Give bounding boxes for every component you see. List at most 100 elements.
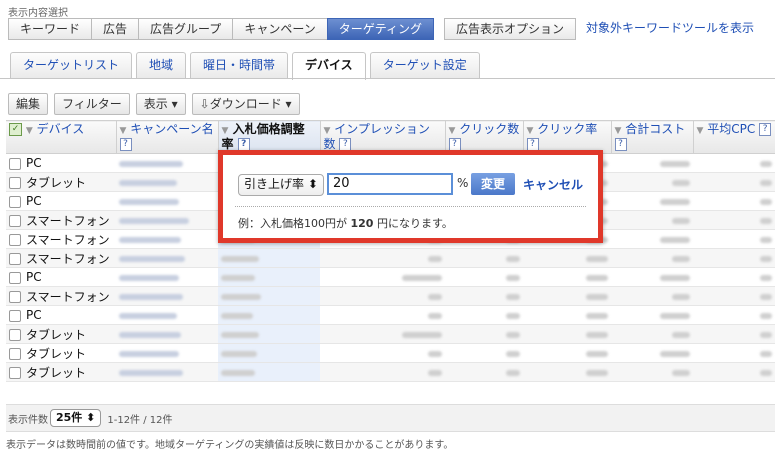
cost-cell [611,324,693,344]
bid-adjust-cell[interactable] [218,362,320,382]
campaign-cell[interactable] [116,267,218,287]
campaign-cell[interactable] [116,229,218,249]
row-checkbox[interactable] [9,177,21,189]
bid-adjust-cell[interactable] [218,248,320,268]
sort-arrow-icon: ▼ [614,126,622,136]
row-checkbox[interactable] [9,348,21,360]
row-checkbox[interactable] [9,291,21,303]
impressions-cell [320,267,445,287]
table-row[interactable]: スマートフォン [6,286,775,306]
device-cell: スマートフォン [6,210,116,230]
sort-arrow-icon: ▼ [119,126,127,136]
header-campaign[interactable]: ▼ キャンペーン名 ? [116,120,219,154]
ctr-cell [523,343,611,363]
bid-adjust-cell[interactable] [218,267,320,287]
section-label: 表示内容選択 [8,8,68,19]
campaign-cell[interactable] [116,210,218,230]
avg-cpc-cell [693,153,775,173]
table-row[interactable]: PC [6,305,775,325]
toolbar: 編集 フィルター 表示 ▾ ⇩ダウンロード ▾ [8,93,300,115]
percent-unit: % [457,176,469,190]
tab-device[interactable]: デバイス [292,52,366,80]
row-checkbox[interactable] [9,195,21,208]
campaign-cell[interactable] [116,343,218,363]
table-row[interactable]: タブレット [6,324,775,344]
header-cost[interactable]: ▼ 合計コスト ? [611,120,694,154]
excluded-keyword-tool-link[interactable]: 対象外キーワードツールを表示 [586,18,754,40]
campaign-cell[interactable] [116,248,218,268]
help-icon[interactable]: ? [119,138,132,151]
header-clicks[interactable]: ▼ クリック数 ? [445,120,524,154]
row-checkbox[interactable] [9,329,21,341]
campaign-cell[interactable] [116,172,218,192]
cancel-link[interactable]: キャンセル [523,176,583,193]
tab-target-list[interactable]: ターゲットリスト [10,52,133,78]
header-bid-adjust[interactable]: ▼ 入札価格調整率 ? [218,120,321,154]
avg-cpc-cell [693,324,775,344]
campaign-cell[interactable] [116,305,218,325]
ctr-cell [523,267,611,287]
header-avg-cpc[interactable]: ▼ 平均CPC ? [693,120,775,154]
filter-button[interactable]: フィルター [54,93,130,115]
bid-adjust-cell[interactable] [218,305,320,325]
header-impressions[interactable]: ▼ インプレッション数 ? [320,120,446,154]
device-cell: PC [6,191,116,211]
row-checkbox[interactable] [9,253,21,265]
header-ctr[interactable]: ▼ クリック率 ? [523,120,612,154]
tab-day-time[interactable]: 曜日・時間帯 [190,52,289,78]
view-keyword-button[interactable]: キーワード [8,18,92,40]
avg-cpc-cell [693,286,775,306]
campaign-cell[interactable] [116,324,218,344]
campaign-cell[interactable] [116,153,218,173]
table-row[interactable]: タブレット [6,362,775,382]
table-row[interactable]: PC [6,267,775,287]
ad-extensions-button[interactable]: 広告表示オプション [444,18,577,40]
clicks-cell [445,362,523,382]
table-row[interactable]: スマートフォン [6,248,775,268]
cost-cell [611,229,693,249]
row-checkbox[interactable] [9,309,21,322]
avg-cpc-cell [693,172,775,192]
header-device[interactable]: ✓ ▼ デバイス [6,120,117,154]
ctr-cell [523,362,611,382]
clicks-cell [445,267,523,287]
impressions-cell [320,248,445,268]
view-ad-button[interactable]: 広告 [91,18,139,40]
download-button[interactable]: ⇩ダウンロード ▾ [191,93,300,115]
edit-button[interactable]: 編集 [8,93,49,115]
campaign-cell[interactable] [116,191,218,211]
row-checkbox[interactable] [9,215,21,227]
campaign-cell[interactable] [116,362,218,382]
table-row[interactable]: タブレット [6,343,775,363]
sort-arrow-icon: ▼ [448,126,456,136]
view-adgroup-button[interactable]: 広告グループ [138,18,233,40]
apply-button[interactable]: 変更 [471,173,516,195]
cost-cell [611,153,693,173]
sort-arrow-icon: ▼ [696,126,704,136]
tab-target-settings[interactable]: ターゲット設定 [369,52,480,78]
display-button[interactable]: 表示 ▾ [135,93,186,115]
row-checkbox[interactable] [9,367,21,379]
campaign-cell[interactable] [116,286,218,306]
bid-adjust-cell[interactable] [218,286,320,306]
help-icon[interactable]: ? [614,138,627,151]
view-campaign-button[interactable]: キャンペーン [232,18,327,40]
tab-region[interactable]: 地域 [136,52,187,78]
adjust-value-input[interactable]: 20 [327,173,453,195]
row-checkbox[interactable] [9,271,21,284]
select-all-checkbox[interactable]: ✓ [9,123,22,136]
row-checkbox[interactable] [9,157,21,170]
help-icon[interactable]: ? [759,123,772,136]
page-size-select[interactable]: 25件 ⬍ [50,409,102,427]
ctr-cell [523,324,611,344]
avg-cpc-cell [693,267,775,287]
view-targeting-button[interactable]: ターゲティング [326,18,434,40]
bid-adjust-cell[interactable] [218,324,320,344]
adjust-mode-select[interactable]: 引き上げ率 ⬍ [238,174,324,196]
row-checkbox[interactable] [9,234,21,246]
device-cell: PC [6,153,116,173]
sort-arrow-icon: ▼ [323,126,331,136]
device-cell: タブレット [6,172,116,192]
sort-arrow-icon: ▼ [221,126,229,136]
bid-adjust-cell[interactable] [218,343,320,363]
